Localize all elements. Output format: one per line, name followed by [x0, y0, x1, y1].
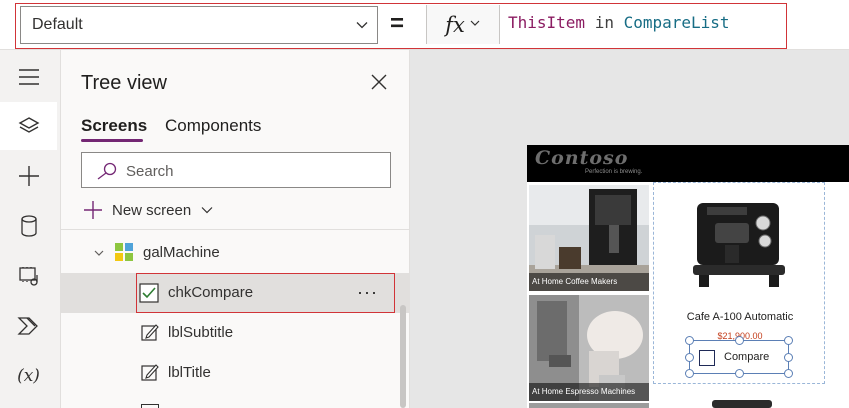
checkbox-square[interactable]	[699, 350, 715, 366]
tab-components[interactable]: Components	[165, 116, 261, 136]
layers-icon	[18, 117, 39, 133]
tab-screens[interactable]: Screens	[81, 116, 147, 136]
fx-button[interactable]: fx	[426, 5, 500, 44]
product-title: Cafe A-100 Automatic	[686, 311, 794, 323]
resize-handle[interactable]	[784, 336, 793, 345]
resize-handle[interactable]	[784, 353, 793, 362]
insert-button[interactable]	[0, 152, 57, 200]
compare-checkbox-label: Compare	[724, 351, 770, 363]
category-caption: At Home Coffee Makers	[529, 273, 649, 291]
power-automate-button[interactable]	[0, 302, 57, 350]
search-input[interactable]	[126, 160, 376, 182]
label-icon	[141, 323, 159, 345]
equals-sign: =	[390, 10, 405, 37]
database-icon	[20, 215, 37, 237]
hamburger-icon	[18, 69, 39, 85]
tree-view-button[interactable]	[0, 102, 57, 150]
close-icon	[371, 74, 387, 90]
resize-handle[interactable]	[735, 336, 744, 345]
close-button[interactable]	[370, 73, 390, 93]
tree-node-highlight	[136, 273, 395, 313]
label-icon	[141, 404, 159, 408]
new-screen-label: New screen	[112, 201, 192, 219]
resize-handle[interactable]	[784, 369, 793, 378]
category-tile-espresso-machines[interactable]: At Home Espresso Machines	[529, 295, 649, 401]
design-canvas[interactable]: Contoso Perfection is brewing. At Home C…	[410, 50, 849, 408]
data-button[interactable]	[0, 202, 57, 250]
category-tile-coffee-makers[interactable]: At Home Coffee Makers	[529, 185, 649, 291]
media-icon	[18, 267, 38, 286]
left-rail: (x)	[0, 50, 61, 408]
tree-node-lbltitle[interactable]: lblTitle	[61, 353, 410, 393]
category-caption: At Home Espresso Machines	[529, 383, 649, 401]
resize-handle[interactable]	[685, 369, 694, 378]
resize-handle[interactable]	[685, 353, 694, 362]
tree-node-label: lblTitle	[168, 364, 211, 381]
tree-node-label: lblSubtitle	[168, 324, 234, 341]
formula-input[interactable]: ThisItem in CompareList	[508, 13, 730, 32]
logo: Contoso	[535, 147, 629, 169]
formula-bar: Default = fx ThisItem in CompareList	[0, 0, 849, 50]
plus-icon	[84, 201, 102, 219]
category-tile-partial	[529, 403, 649, 408]
media-button[interactable]	[0, 252, 57, 300]
search-icon	[97, 162, 117, 180]
property-dropdown-value: Default	[32, 16, 83, 33]
search-box	[81, 152, 391, 188]
label-icon	[141, 363, 159, 385]
variables-icon: (x)	[17, 366, 40, 386]
app-screen: Contoso Perfection is brewing. At Home C…	[527, 145, 849, 408]
logo-tagline: Perfection is brewing.	[585, 169, 643, 175]
fx-icon: fx	[445, 12, 465, 37]
chevron-down-icon	[355, 18, 369, 37]
chevron-down-icon	[201, 207, 213, 214]
new-screen-button[interactable]: New screen	[83, 198, 214, 222]
tree-node-lblsubtitle[interactable]: lblSubtitle	[61, 313, 410, 353]
hamburger-button[interactable]	[0, 53, 57, 101]
active-tab-indicator	[81, 139, 143, 142]
formula-token-in: in	[585, 13, 624, 32]
tree-view-panel: Tree view Screens Components New screen …	[61, 50, 410, 408]
plus-icon	[18, 166, 39, 186]
resize-handle[interactable]	[735, 369, 744, 378]
resize-handle[interactable]	[685, 336, 694, 345]
scrollbar[interactable]	[400, 305, 406, 408]
formula-token-comparelist: CompareList	[623, 13, 730, 32]
power-automate-icon	[16, 317, 38, 335]
chevron-down-icon[interactable]	[93, 246, 105, 263]
chevron-down-icon	[469, 16, 481, 34]
tree-node-galmachine[interactable]: galMachine	[61, 233, 410, 273]
tree-node-label: galMachine	[143, 244, 220, 261]
product-image-partial	[712, 400, 772, 408]
gallery-item-selected[interactable]: Cafe A-100 Automatic $21,900.00 Compare	[653, 182, 825, 384]
divider	[61, 229, 410, 230]
panel-title: Tree view	[81, 72, 167, 94]
app-header: Contoso Perfection is brewing.	[527, 145, 849, 182]
formula-token-thisitem: ThisItem	[508, 13, 586, 32]
product-image	[693, 203, 785, 287]
variables-button[interactable]: (x)	[0, 352, 57, 400]
property-dropdown[interactable]: Default	[20, 6, 378, 44]
gallery-icon	[115, 243, 134, 266]
